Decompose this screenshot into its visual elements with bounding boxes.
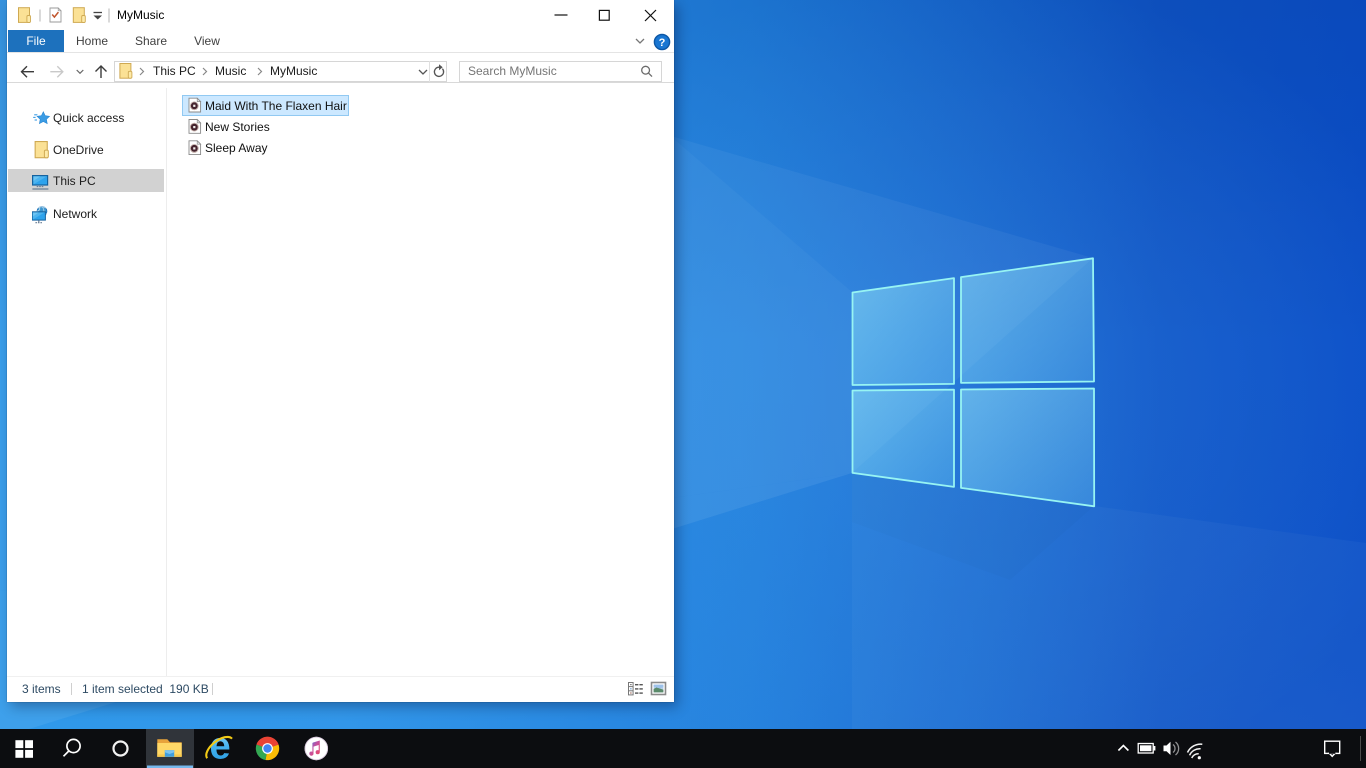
svg-text:?: ? [659,37,666,49]
svg-text:e: e [210,729,231,768]
